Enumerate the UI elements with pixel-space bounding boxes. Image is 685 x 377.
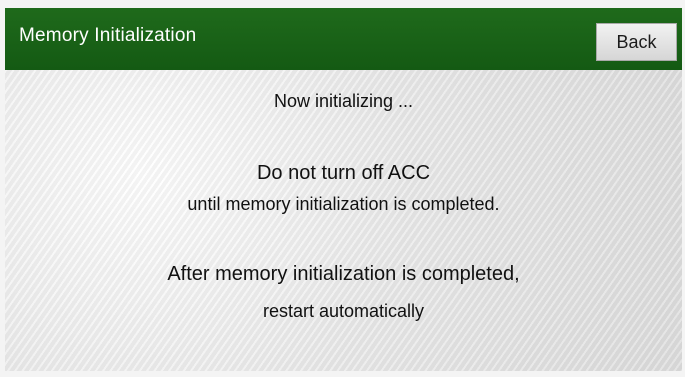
info-text-line1: After memory initialization is completed… bbox=[167, 263, 520, 285]
photo-frame: Memory Initialization Back Now initializ… bbox=[0, 0, 685, 377]
screen-title: Memory Initialization bbox=[19, 25, 197, 46]
info-text-line2: restart automatically bbox=[262, 301, 425, 321]
message-panel: Now initializing ... Do not turn off ACC… bbox=[5, 70, 682, 371]
infotainment-screen: Memory Initialization Back Now initializ… bbox=[5, 8, 682, 371]
title-bar: Memory Initialization Back bbox=[5, 8, 682, 71]
warning-text-line1: Do not turn off ACC bbox=[256, 162, 431, 184]
warning-text-line2: until memory initialization is completed… bbox=[187, 194, 500, 214]
back-button[interactable]: Back bbox=[596, 23, 677, 61]
status-text: Now initializing ... bbox=[273, 91, 414, 111]
